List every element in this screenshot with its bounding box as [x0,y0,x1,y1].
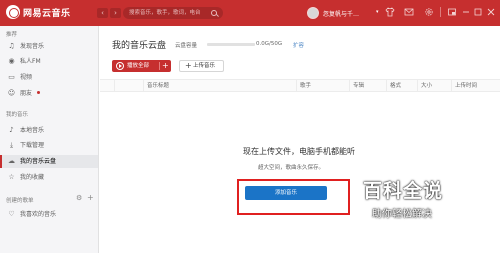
search-icon[interactable] [211,10,217,16]
column-format[interactable]: 格式 [386,80,417,92]
capacity-bar [207,43,255,46]
sidebar-section-my-music: 我的音乐 [6,112,29,118]
sidebar-item-downloads[interactable]: ⤓ 下载管理 [0,139,98,152]
watermark-subtitle: 助你轻松解决 [372,209,432,220]
sidebar-item-liked-music[interactable]: ♡ 我喜欢的音乐 [0,208,98,221]
settings-icon[interactable] [424,7,434,17]
app-logo[interactable]: 网易云音乐 [6,5,71,19]
app-name: 网易云音乐 [23,8,71,19]
button-divider [159,62,160,70]
sidebar-item-fm[interactable]: ◉ 私人FM [0,55,98,68]
plus-icon: + [185,61,192,70]
titlebar-separator [440,7,441,17]
upload-music-label: 上传音乐 [193,63,216,69]
mail-icon[interactable] [404,7,414,17]
sidebar-item-local-music[interactable]: ♪ 本地音乐 [0,124,98,137]
sidebar-item-label: 发现音乐 [20,43,45,50]
user-name[interactable]: 忽复帆与千… [323,9,359,18]
sidebar: 推荐 ♫ 发现音乐 ◉ 私人FM ▭ 视频 ☺ 朋友 我的音乐 ♪ 本地音乐 ⤓… [0,26,99,253]
sidebar-item-video[interactable]: ▭ 视频 [0,71,98,84]
add-playlist-icon[interactable]: + [87,193,94,202]
sidebar-section-playlists: 创建的歌单 [6,198,34,204]
shirt-icon[interactable] [385,7,395,17]
sidebar-item-label: 视频 [20,74,33,81]
sidebar-item-discover[interactable]: ♫ 发现音乐 [0,40,98,53]
highlight-box [237,179,350,215]
mini-mode-icon[interactable] [447,7,457,17]
sidebar-item-label: 本地音乐 [20,127,45,134]
empty-state-title: 现在上传文件，电脑手机都能听 [243,147,355,156]
page-title: 我的音乐云盘 [112,41,167,51]
maximize-icon[interactable] [473,7,483,17]
sidebar-item-cloud-drive[interactable]: ☁ 我的音乐云盘 [0,155,98,168]
cloud-icon: ☁ [8,157,15,165]
play-all-button[interactable]: 播放全部 + [112,60,171,72]
capacity-text: 0.0G/50G [256,41,283,47]
notification-dot [37,91,40,94]
friends-icon: ☺ [7,89,16,97]
capacity-label: 云盘容量 [175,43,198,49]
play-icon [116,62,124,70]
search-box[interactable] [123,7,223,19]
search-input[interactable] [129,8,209,18]
star-icon: ☆ [8,173,15,181]
add-to-queue-icon[interactable]: + [162,60,169,72]
column-artist[interactable]: 歌手 [296,80,349,92]
play-all-label: 播放全部 [127,63,150,69]
netease-logo-icon [6,5,20,19]
back-button[interactable]: ‹ [97,8,108,18]
empty-state-subtitle: 超大空间，歌曲永久保存。 [258,165,325,171]
column-title[interactable]: 音乐标题 [143,80,296,92]
main-content: 我的音乐云盘 云盘容量 0.0G/50G 扩容 播放全部 + + 上传音乐 音乐… [100,26,500,253]
title-bar: 网易云音乐 ‹ › 忽复帆与千… ▾ [0,0,500,26]
minimize-icon[interactable] [461,7,471,17]
column-actions [114,80,124,92]
sidebar-section-recommend: 推荐 [6,32,18,38]
column-size[interactable]: 大小 [417,80,451,92]
sidebar-item-friends[interactable]: ☺ 朋友 [0,87,98,100]
local-music-icon: ♪ [9,126,14,134]
table-header: 音乐标题 歌手 专辑 格式 大小 上传时间 [100,79,500,92]
heart-icon: ♡ [8,210,15,218]
video-icon: ▭ [8,73,15,81]
sidebar-item-label: 下载管理 [20,142,45,149]
sidebar-item-label: 我的收藏 [20,174,45,181]
music-note-icon: ♫ [8,42,15,50]
close-icon[interactable] [486,7,496,17]
forward-button[interactable]: › [110,8,121,18]
sidebar-item-label: 我喜欢的音乐 [20,211,57,218]
sidebar-item-label: 我的音乐云盘 [20,158,57,165]
radio-icon: ◉ [8,57,15,65]
column-album[interactable]: 专辑 [349,80,386,92]
column-index [100,80,114,92]
user-avatar[interactable] [307,7,319,19]
sidebar-item-label: 私人FM [20,58,41,65]
column-upload-time[interactable]: 上传时间 [451,80,500,92]
expand-capacity-link[interactable]: 扩容 [293,41,304,49]
playlist-settings-icon[interactable]: ⚙ [76,194,82,202]
sidebar-item-collection[interactable]: ☆ 我的收藏 [0,171,98,184]
download-icon: ⤓ [9,141,14,149]
watermark-title: 百科全说 [363,180,444,202]
upload-music-button[interactable]: + 上传音乐 [179,60,224,72]
user-menu-caret-icon[interactable]: ▾ [376,9,379,15]
sidebar-item-label: 朋友 [20,90,33,97]
